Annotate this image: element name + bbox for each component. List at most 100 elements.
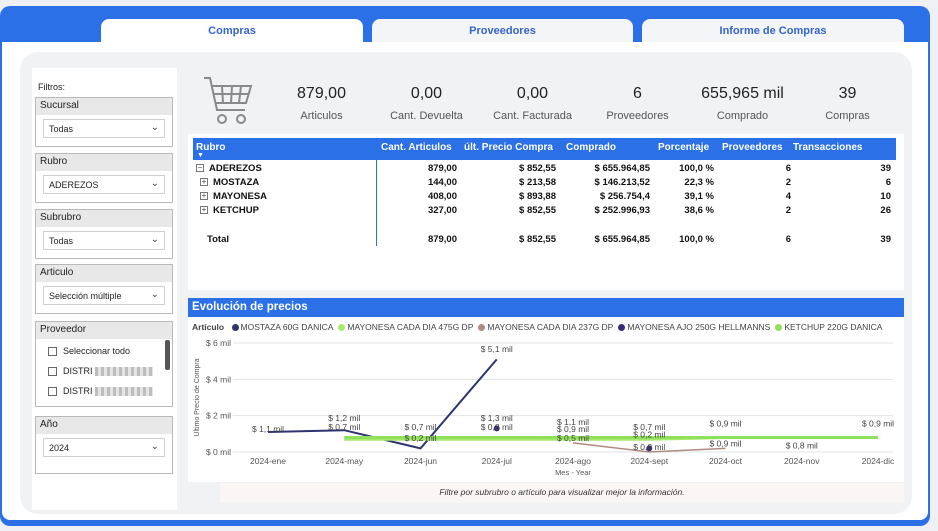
kpi-label: Cant. Facturada: [493, 110, 572, 122]
chevron-down-icon: ⌄: [150, 234, 159, 245]
cell-comprado: $ 252.996,93: [594, 205, 650, 216]
col-header-transacciones[interactable]: Transacciones: [793, 142, 862, 153]
series-line: [267, 358, 498, 450]
proveedor-select-all[interactable]: Seleccionar todo: [48, 346, 130, 356]
kpi-compras: 39 Compras: [798, 70, 897, 132]
data-label: $ 0,0 mil: [633, 442, 665, 452]
total-transacciones: 39: [880, 234, 891, 245]
data-label: $ 0,8 mil: [481, 422, 513, 432]
proveedor-option[interactable]: DISTRI: [48, 366, 153, 376]
col-header-proveedores[interactable]: Proveedores: [722, 142, 783, 153]
sort-desc-icon[interactable]: ▼: [197, 152, 204, 159]
total-precio: $ 852,55: [519, 234, 556, 245]
kpi-value: 39: [838, 85, 857, 102]
shopping-cart-icon: [185, 70, 265, 132]
slicer-sucursal: Sucursal Todas ⌄: [35, 97, 173, 147]
anio-dropdown[interactable]: 2024 ⌄: [43, 438, 165, 457]
articulo-value: Selección múltiple: [49, 291, 122, 301]
slicer-sucursal-label: Sucursal: [36, 98, 172, 115]
data-label: $ 0,2 mil: [633, 429, 665, 439]
cell-cant: 879,00: [427, 163, 457, 174]
table-row[interactable]: + KETCHUP 327,00 $ 852,55 $ 252.996,93 38…: [193, 204, 896, 218]
tab-informe-compras[interactable]: Informe de Compras: [642, 19, 904, 42]
y-tick-label: $ 4 mil: [206, 374, 231, 384]
subrubro-dropdown[interactable]: Todas ⌄: [43, 231, 165, 250]
filters-title: Filtros:: [38, 82, 65, 92]
cell-transacciones: 39: [880, 163, 891, 174]
data-label: $ 0,7 mil: [404, 422, 436, 432]
kpi-comprado: 655,965 mil Comprado: [693, 70, 792, 132]
tab-compras[interactable]: Compras: [101, 19, 363, 42]
x-tick-label: 2024-nov: [784, 456, 820, 466]
collapse-icon[interactable]: −: [196, 164, 204, 173]
chevron-down-icon: ⌄: [150, 178, 159, 189]
x-tick-label: 2024-ago: [555, 456, 591, 466]
rubro-dropdown[interactable]: ADEREZOS ⌄: [43, 175, 165, 194]
x-axis-title: Mes - Year: [555, 468, 591, 477]
y-tick-label: $ 2 mil: [206, 411, 231, 421]
line-chart-plot: $ 0 mil $ 2 mil $ 4 mil $ 6 mil 2024-ene 2024…: [194, 338, 895, 477]
tab-proveedores[interactable]: Proveedores: [372, 19, 633, 42]
data-label: $ 1,1 mil: [252, 424, 284, 434]
total-porcentaje: 100,0 %: [679, 234, 714, 245]
kpi-value: 879,00: [297, 85, 346, 102]
table-row[interactable]: + MOSTAZA 144,00 $ 213,58 $ 146.213,52 22…: [193, 176, 896, 190]
cell-comprado: $ 655.964,85: [594, 163, 650, 174]
expand-icon[interactable]: +: [200, 206, 208, 215]
y-tick-label: $ 6 mil: [206, 338, 231, 348]
chevron-down-icon: ⌄: [150, 122, 159, 133]
x-tick-label: 2024-jun: [404, 456, 437, 466]
cell-comprado: $ 146.213,52: [594, 177, 650, 188]
x-tick-label: 2024-dic: [862, 456, 895, 466]
table-row[interactable]: + MAYONESA 408,00 $ 893,88 $ 256.754,4 39…: [193, 190, 896, 204]
data-label: $ 5,1 mil: [481, 344, 513, 354]
row-name: ADEREZOS: [209, 163, 262, 174]
x-tick-label: 2024-ene: [250, 456, 286, 466]
articulo-dropdown[interactable]: Selección múltiple ⌄: [43, 286, 165, 305]
proveedor-option-label: DISTRI: [63, 366, 93, 376]
anio-value: 2024: [49, 443, 70, 453]
proveedor-option-label: DISTRI: [63, 386, 93, 396]
slicer-articulo-label: Articulo: [36, 265, 172, 282]
table-row[interactable]: − ADEREZOS 879,00 $ 852,55 $ 655.964,85 1…: [193, 162, 896, 176]
col-header-cant[interactable]: Cant. Articulos: [381, 142, 452, 153]
total-comprado: $ 655.964,85: [594, 234, 650, 245]
cell-comprado: $ 256.754,4: [599, 191, 650, 202]
x-tick-label: 2024-jul: [482, 456, 512, 466]
data-label: $ 0,7 mil: [328, 422, 360, 432]
checkbox[interactable]: [48, 386, 57, 396]
slicer-articulo: Articulo Selección múltiple ⌄: [35, 264, 173, 314]
col-header-porcentaje[interactable]: Porcentaje: [658, 142, 709, 153]
kpi-value: 655,965 mil: [701, 85, 784, 102]
hint-note: Filtre por subrubro o artículo para visu…: [220, 483, 904, 503]
total-proveedores: 6: [785, 234, 791, 245]
chevron-down-icon: ⌄: [150, 289, 159, 300]
kpi-label: Articulos: [300, 110, 343, 122]
kpi-label: Comprado: [716, 110, 769, 122]
sucursal-dropdown[interactable]: Todas ⌄: [43, 119, 165, 138]
expand-icon[interactable]: +: [200, 178, 208, 187]
expand-icon[interactable]: +: [200, 192, 208, 201]
slicer-rubro: Rubro ADEREZOS ⌄: [35, 153, 173, 203]
kpi-value: 6: [633, 85, 642, 102]
proveedor-scrollbar[interactable]: [165, 340, 170, 370]
cell-precio: $ 893,88: [519, 191, 556, 202]
slicer-rubro-label: Rubro: [36, 154, 172, 171]
column-divider: [376, 160, 377, 246]
cell-proveedores: 2: [785, 205, 791, 216]
col-header-comprado[interactable]: Comprado: [566, 142, 616, 153]
slicer-anio: Año 2024 ⌄: [35, 416, 173, 474]
total-cant: 879,00: [427, 234, 457, 245]
proveedor-option[interactable]: DISTRI: [48, 386, 153, 396]
kpi-value: 0,00: [410, 85, 443, 102]
cell-proveedores: 6: [785, 163, 791, 174]
slicer-anio-label: Año: [36, 417, 172, 434]
kpi-proveedores: 6 Proveedores: [588, 70, 687, 132]
table-header: Rubro ▼ Cant. Articulos últ. Precio Comp…: [193, 138, 896, 160]
checkbox[interactable]: [48, 366, 57, 376]
data-label: $ 0,9 mil: [709, 419, 741, 429]
checkbox[interactable]: [48, 346, 57, 356]
cell-proveedores: 2: [785, 177, 791, 188]
col-header-precio[interactable]: últ. Precio Compra: [464, 142, 553, 153]
slicer-proveedor: Proveedor Seleccionar todo DISTRI DISTRI: [35, 321, 173, 407]
